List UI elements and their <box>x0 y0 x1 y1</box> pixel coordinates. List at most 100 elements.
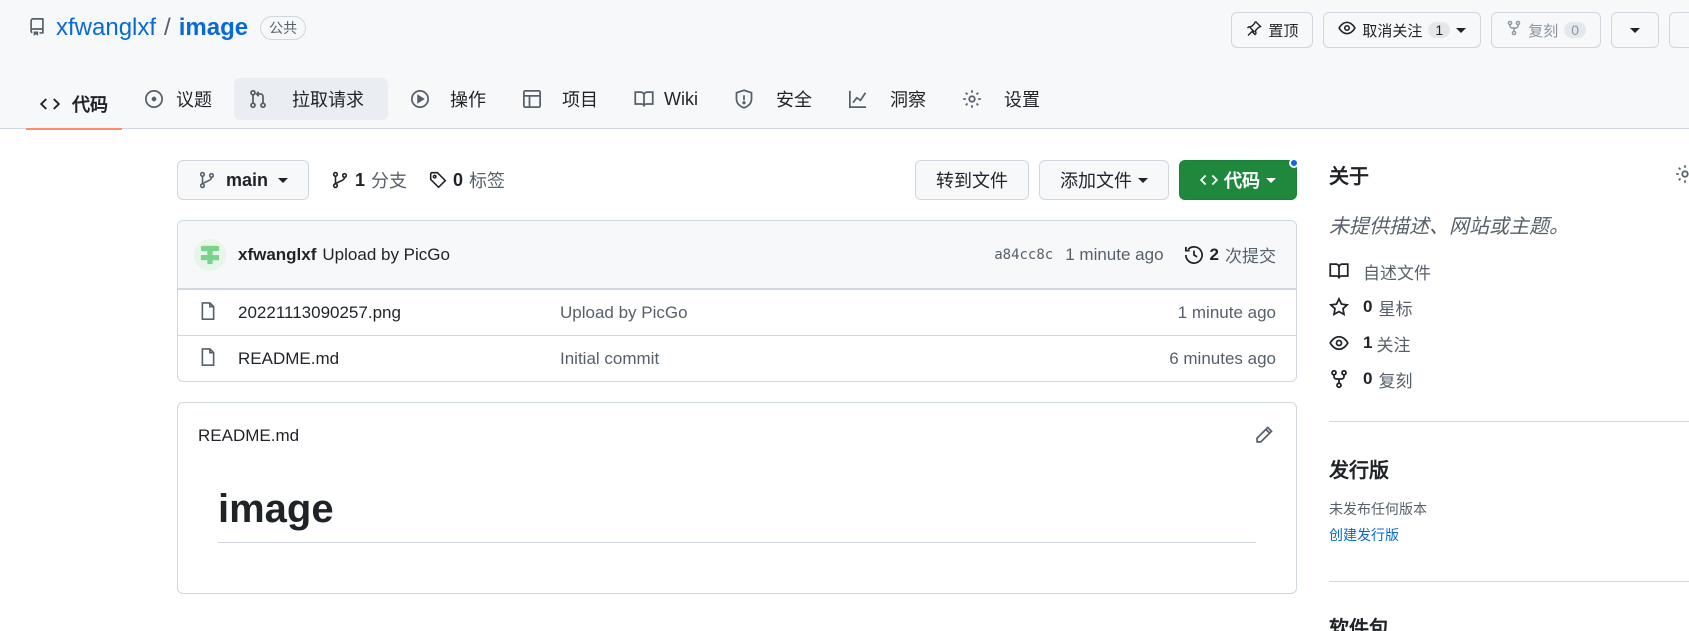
tab-insights[interactable]: 洞察 <box>834 78 940 120</box>
watchers-link[interactable]: 1 关注 <box>1329 325 1689 361</box>
table-icon <box>523 90 541 108</box>
tab-issues[interactable]: 议题 <box>130 78 226 120</box>
readme-link-label: 自述文件 <box>1363 263 1431 283</box>
about-title: 关于 <box>1329 165 1369 188</box>
repo-nav-tabs: 代码 议题 拉取请求 操作 项目 Wiki 安全 洞察 设置 <box>26 78 1062 130</box>
branches-link[interactable]: 1 分支 <box>331 167 407 193</box>
forks-count: 0 <box>1363 369 1373 388</box>
code-actions: 转到文件 添加文件 代码 <box>915 158 1299 200</box>
fork-dropdown-button[interactable] <box>1611 12 1659 48</box>
readme-link[interactable]: 自述文件 <box>1329 253 1689 289</box>
visibility-badge: 公共 <box>260 16 307 40</box>
tab-label: Wiki <box>664 88 698 109</box>
file-commit-message[interactable]: Upload by PicGo <box>560 303 688 323</box>
shield-icon <box>735 89 753 109</box>
file-commit-time: 6 minutes ago <box>1169 348 1276 368</box>
graph-icon <box>849 90 867 108</box>
pin-button[interactable]: 置顶 <box>1231 12 1314 48</box>
file-row[interactable]: README.md Initial commit 6 minutes ago <box>178 335 1296 381</box>
no-releases-text: 未发布任何版本 <box>1329 501 1427 517</box>
commit-message[interactable]: Upload by PicGo <box>322 245 450 265</box>
code-button[interactable]: 代码 <box>1179 158 1299 200</box>
stars-count: 0 <box>1363 297 1373 316</box>
tab-pull-requests[interactable]: 拉取请求 <box>234 78 388 120</box>
file-row[interactable]: 20221113090257.png Upload by PicGo 1 min… <box>178 289 1296 335</box>
fork-icon <box>1331 369 1347 389</box>
commit-count-label: 次提交 <box>1225 247 1276 266</box>
tab-projects[interactable]: 项目 <box>508 78 612 120</box>
tag-icon <box>429 171 447 189</box>
tab-code[interactable]: 代码 <box>26 78 122 130</box>
tags-link[interactable]: 0 标签 <box>429 167 505 193</box>
file-commit-message[interactable]: Initial commit <box>560 349 659 369</box>
star-icon <box>1329 297 1349 317</box>
issue-icon <box>145 90 163 108</box>
commit-history-link[interactable]: 2 次提交 <box>1184 242 1276 267</box>
readme-panel: README.md image <box>177 402 1297 594</box>
repo-header: xfwanglxf / image 公共 置顶 取消关注 1 复刻 0 代码 议… <box>0 0 1689 130</box>
play-icon <box>411 90 429 108</box>
pin-label: 置顶 <box>1268 22 1299 40</box>
branch-icon <box>199 171 215 189</box>
repo-separator: / <box>164 14 171 41</box>
branch-toolbar: main 1 分支 0 标签 转到文件 添加文件 代码 <box>177 158 1299 200</box>
commit-sha[interactable]: a84cc8c <box>994 247 1053 263</box>
branch-count: 1 <box>355 169 366 190</box>
code-button-label: 代码 <box>1224 171 1260 191</box>
create-release-link[interactable]: 创建发行版 <box>1329 525 1689 545</box>
fork-label: 复刻 <box>1528 22 1559 40</box>
main-content: main 1 分支 0 标签 转到文件 添加文件 代码 xfwanglxf Up… <box>177 158 1299 594</box>
file-commit-time: 1 minute ago <box>1177 302 1276 322</box>
repo-owner-link[interactable]: xfwanglxf <box>56 14 156 42</box>
tab-settings[interactable]: 设置 <box>948 78 1054 120</box>
stars-link[interactable]: 0 星标 <box>1329 289 1689 325</box>
watching-label: 关注 <box>1376 335 1411 355</box>
goto-file-button[interactable]: 转到文件 <box>915 160 1029 200</box>
unwatch-button[interactable]: 取消关注 1 <box>1323 12 1482 48</box>
goto-file-label: 转到文件 <box>936 171 1008 191</box>
add-file-label: 添加文件 <box>1060 171 1132 191</box>
code-icon <box>40 98 60 110</box>
chevron-down-icon <box>278 177 289 183</box>
tab-wiki[interactable]: Wiki <box>620 78 712 120</box>
tag-label: 标签 <box>469 171 506 191</box>
readme-filename[interactable]: README.md <box>198 426 299 446</box>
file-name[interactable]: README.md <box>238 349 560 369</box>
tab-security[interactable]: 安全 <box>720 78 826 120</box>
releases-title[interactable]: 发行版 <box>1329 454 1689 483</box>
commit-time: 1 minute ago <box>1065 244 1164 264</box>
repo-icon <box>28 18 48 38</box>
readme-heading: image <box>218 487 1256 543</box>
add-file-button[interactable]: 添加文件 <box>1039 160 1169 200</box>
branch-select-button[interactable]: main <box>177 160 310 200</box>
tab-label: 安全 <box>776 90 812 110</box>
gear-icon[interactable] <box>1675 164 1689 184</box>
history-icon <box>1184 245 1203 264</box>
readme-header: README.md <box>178 403 1296 469</box>
packages-section: 软件包 <box>1329 612 1689 631</box>
file-name[interactable]: 20221113090257.png <box>238 303 560 323</box>
packages-title[interactable]: 软件包 <box>1329 612 1689 631</box>
repo-name-link[interactable]: image <box>179 14 248 42</box>
file-icon <box>198 347 222 371</box>
star-button-partial[interactable] <box>1669 12 1689 48</box>
about-stats: 自述文件 0 星标 1 关注 0 复刻 <box>1329 253 1689 397</box>
tab-actions[interactable]: 操作 <box>396 78 500 120</box>
pin-icon <box>1246 20 1263 40</box>
fork-count: 0 <box>1564 22 1586 38</box>
divider <box>1329 581 1689 582</box>
pencil-icon[interactable] <box>1254 425 1276 447</box>
eye-icon <box>1338 19 1357 41</box>
chevron-down-icon <box>1266 177 1276 183</box>
fork-button[interactable]: 复刻 0 <box>1491 12 1601 48</box>
tab-label: 项目 <box>562 90 598 110</box>
book-icon <box>1329 263 1349 279</box>
commit-author[interactable]: xfwanglxf <box>238 245 316 265</box>
repo-actions: 置顶 取消关注 1 复刻 0 <box>1231 12 1689 48</box>
about-description: 未提供描述、网站或主题。 <box>1329 216 1569 238</box>
divider <box>1329 421 1689 422</box>
chevron-down-icon <box>1456 27 1467 33</box>
avatar[interactable] <box>194 238 226 271</box>
pull-request-icon <box>250 89 266 109</box>
forks-link[interactable]: 0 复刻 <box>1329 361 1689 397</box>
